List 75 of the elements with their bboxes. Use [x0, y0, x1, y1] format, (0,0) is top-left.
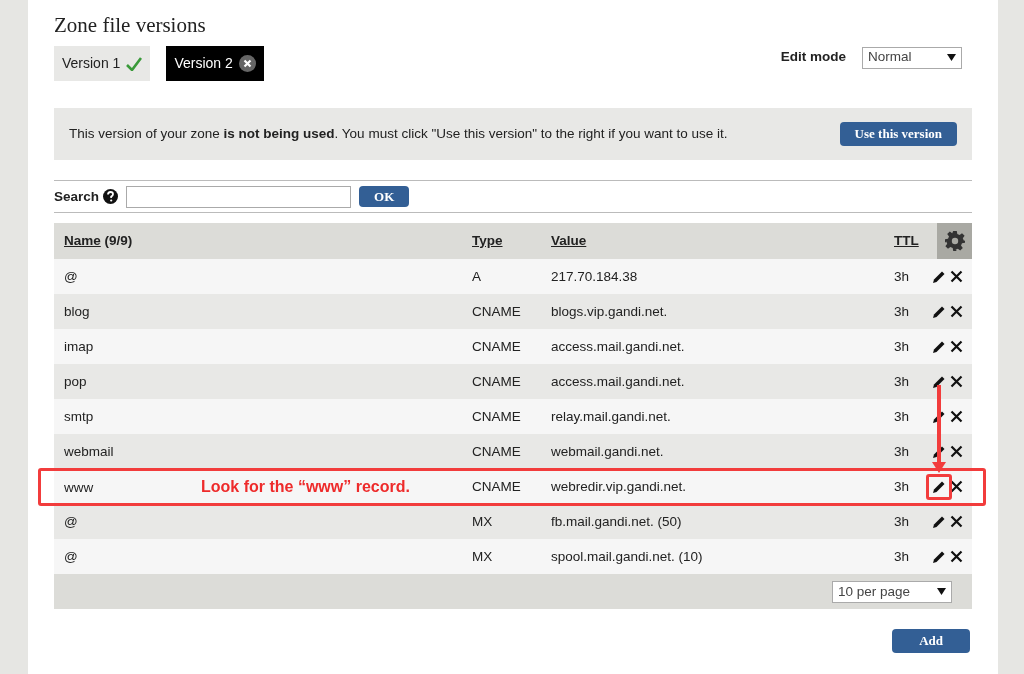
notice-text: This version of your zone is not being used. You must click "Use this version" to the right if you want to use it.: [69, 125, 728, 144]
edit-icon[interactable]: [932, 479, 946, 494]
record-ttl: 3h: [894, 303, 910, 319]
record-type: MX: [472, 513, 493, 529]
delete-icon[interactable]: [950, 340, 963, 354]
per-page-select[interactable]: 10 per page: [832, 580, 952, 603]
record-type: CNAME: [472, 443, 521, 459]
record-value: fb.mail.gandi.net. (50): [551, 513, 682, 529]
record-value: access.mail.gandi.net.: [551, 338, 685, 354]
check-icon: [126, 56, 143, 71]
delete-icon[interactable]: [950, 515, 963, 529]
close-icon[interactable]: [238, 55, 256, 73]
delete-icon[interactable]: [950, 480, 963, 494]
record-type: CNAME: [472, 303, 521, 319]
settings-icon[interactable]: [944, 231, 965, 252]
edit-icon[interactable]: [932, 374, 946, 389]
record-value: webmail.gandi.net.: [551, 443, 664, 459]
record-ttl: 3h: [894, 478, 910, 494]
edit-icon[interactable]: [932, 514, 946, 529]
record-ttl: 3h: [894, 373, 910, 389]
record-type: CNAME: [472, 478, 521, 494]
version-tab[interactable]: Version 1: [54, 46, 151, 82]
record-name: blog: [64, 302, 91, 321]
column-header[interactable]: Name: [64, 233, 101, 249]
delete-icon[interactable]: [950, 305, 963, 319]
edit-mode-label: Edit mode: [780, 48, 846, 67]
record-ttl: 3h: [894, 513, 910, 529]
column-header[interactable]: Type: [472, 233, 503, 249]
delete-icon[interactable]: [950, 270, 963, 284]
help-icon[interactable]: [103, 189, 119, 205]
delete-icon[interactable]: [950, 375, 963, 389]
caret-icon: [937, 588, 946, 596]
record-type: MX: [472, 548, 493, 564]
record-ttl: 3h: [894, 548, 910, 564]
record-value: webredir.vip.gandi.net.: [551, 478, 687, 494]
edit-icon[interactable]: [932, 269, 946, 284]
column-header[interactable]: Value: [551, 233, 587, 249]
record-type: CNAME: [472, 408, 521, 424]
search-field[interactable]: [126, 185, 352, 208]
record-name: smtp: [64, 407, 95, 426]
record-value: relay.mail.gandi.net.: [551, 408, 671, 424]
edit-icon[interactable]: [932, 304, 946, 319]
record-name: pop: [64, 372, 88, 391]
record-name: www: [64, 478, 95, 497]
record-ttl: 3h: [894, 338, 910, 354]
record-name: webmail: [64, 442, 115, 461]
edit-icon[interactable]: [932, 549, 946, 564]
delete-icon[interactable]: [950, 550, 963, 564]
record-value: blogs.vip.gandi.net.: [551, 303, 668, 319]
record-type: CNAME: [472, 373, 521, 389]
version-tab[interactable]: Version 2: [166, 46, 264, 82]
record-count: (9/9): [104, 233, 133, 249]
record-name: imap: [64, 337, 95, 356]
edit-icon[interactable]: [932, 339, 946, 354]
record-ttl: 3h: [894, 268, 910, 284]
record-value: spool.mail.gandi.net. (10): [551, 548, 703, 564]
record-value: 217.70.184.38: [551, 268, 638, 284]
edit-mode-select[interactable]: Normal: [862, 46, 962, 69]
delete-icon[interactable]: [950, 445, 963, 459]
record-type: A: [472, 268, 481, 284]
record-ttl: 3h: [894, 443, 910, 459]
caret-icon: [947, 54, 956, 62]
delete-icon[interactable]: [950, 410, 963, 424]
record-value: access.mail.gandi.net.: [551, 373, 685, 389]
record-name: @: [64, 512, 79, 531]
record-name: @: [64, 267, 79, 286]
record-ttl: 3h: [894, 408, 910, 424]
add-button[interactable]: Add: [892, 629, 970, 653]
search-label: Search: [54, 187, 100, 206]
page-title: Zone file versions: [54, 12, 207, 39]
record-name: @: [64, 547, 79, 566]
callout-text: Look for the “www” record.: [201, 477, 410, 495]
use-version-button[interactable]: Use this version: [839, 122, 957, 146]
record-type: CNAME: [472, 338, 521, 354]
ok-button[interactable]: OK: [359, 185, 410, 208]
